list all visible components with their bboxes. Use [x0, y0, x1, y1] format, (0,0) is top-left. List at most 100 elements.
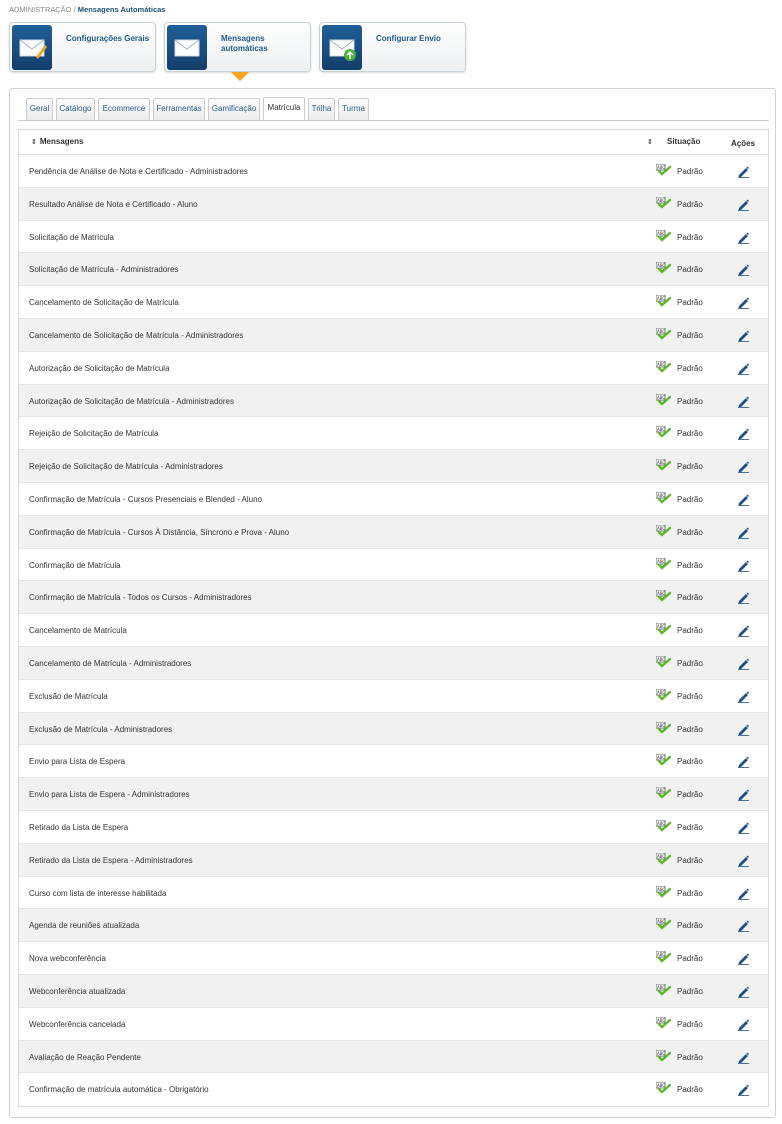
edit-icon[interactable]	[737, 231, 750, 244]
svg-text:ABC: ABC	[657, 690, 665, 695]
table-row: Exclusão de Matrícula - Administradores A…	[19, 712, 768, 746]
edit-icon[interactable]	[737, 329, 750, 342]
status-label: Padrão	[677, 888, 703, 898]
edit-icon[interactable]	[737, 1051, 750, 1064]
edit-icon[interactable]	[737, 788, 750, 801]
table-row: Exclusão de Matrícula ABC Padrão	[19, 680, 768, 713]
svg-text:ABC: ABC	[657, 263, 665, 268]
edit-icon[interactable]	[737, 657, 750, 670]
breadcrumb-separator: /	[73, 5, 76, 14]
tab-ferramentas[interactable]: Ferramentas	[153, 98, 205, 120]
content-panel: Geral Catálogo Ecommerce Ferramentas Gam…	[9, 88, 776, 1118]
column-header-status[interactable]: Situação	[667, 137, 700, 146]
envelope-icon	[167, 25, 207, 70]
message-name: Envio para Lista de Espera - Administrad…	[29, 790, 190, 800]
status-label: Padrão	[677, 167, 703, 176]
table-row: Confirmação de Matrícula ABC Padrão	[19, 549, 768, 582]
table-row: Cancelamento de Solicitação de Matrícula…	[19, 286, 768, 319]
edit-icon[interactable]	[737, 591, 750, 605]
edit-icon[interactable]	[737, 427, 750, 441]
message-name: Confirmação de Matrícula	[29, 560, 121, 570]
mensagens-automaticas-card[interactable]: Mensagens automáticas	[164, 22, 311, 72]
message-name: Retirado da Lista de Espera	[29, 822, 129, 832]
table-row: Autorização de Solicitação de Matrícula …	[19, 384, 768, 418]
status-default-icon: ABC	[655, 1016, 672, 1029]
edit-icon[interactable]	[737, 690, 750, 703]
message-name: Rejeição de Solicitação de Matrícula - A…	[29, 462, 223, 472]
table-row: Envio para Lista de Espera ABC Padrão	[19, 745, 768, 779]
edit-icon[interactable]	[737, 887, 750, 900]
sort-icon[interactable]: ⇕	[647, 138, 653, 146]
configurar-envio-card[interactable]: Configurar Envio	[319, 22, 466, 72]
tab-turma[interactable]: Turma	[338, 98, 369, 120]
message-name: Confirmação de Matrícula - Cursos Presen…	[29, 494, 262, 504]
status-label: Padrão	[677, 757, 703, 767]
table-row: Cancelamento de Solicitação de Matrícula…	[19, 318, 768, 352]
status-default-icon: ABC	[655, 721, 672, 734]
status-default-icon: ABC	[655, 589, 672, 603]
edit-icon[interactable]	[737, 755, 750, 769]
status-label: Padrão	[677, 855, 703, 865]
edit-icon[interactable]	[737, 854, 750, 867]
tab-matricula[interactable]: Matrícula	[263, 97, 305, 121]
edit-icon[interactable]	[737, 395, 750, 408]
status-label: Padrão	[677, 790, 703, 800]
svg-text:ABC: ABC	[657, 788, 665, 793]
edit-icon[interactable]	[737, 1083, 750, 1097]
status-default-icon: ABC	[655, 229, 672, 242]
status-default-icon: ABC	[655, 885, 672, 898]
status-label: Padrão	[677, 954, 703, 964]
table-row: Resultado Análise de Nota e Certificado …	[19, 187, 768, 221]
tab-geral[interactable]: Geral	[26, 98, 53, 120]
tab-gamificacao[interactable]: Gamificação	[208, 98, 260, 120]
edit-icon[interactable]	[737, 919, 750, 933]
table-row: Confirmação de Matrícula - Cursos À Dist…	[19, 515, 768, 549]
status-label: Padrão	[677, 724, 703, 734]
status-label: Padrão	[677, 626, 703, 636]
edit-icon[interactable]	[737, 985, 750, 998]
edit-icon[interactable]	[737, 198, 750, 211]
status-label: Padrão	[677, 1019, 703, 1029]
status-label: Padrão	[677, 822, 703, 832]
svg-text:ABC: ABC	[657, 198, 665, 203]
breadcrumb-root[interactable]: ADMINISTRAÇÃO	[9, 5, 72, 14]
message-name: Pendência de Análise de Nota e Certifica…	[29, 167, 248, 176]
status-default-icon: ABC	[655, 524, 672, 537]
edit-icon[interactable]	[737, 723, 750, 736]
card-label: Mensagens automáticas	[221, 34, 268, 53]
table-row: Rejeição de Solicitação de Matrícula ABC P…	[19, 417, 768, 451]
edit-icon[interactable]	[737, 362, 750, 375]
column-header-messages[interactable]: ⇕ Mensagens	[31, 137, 83, 146]
edit-icon[interactable]	[737, 624, 750, 637]
edit-icon[interactable]	[737, 952, 750, 965]
edit-icon[interactable]	[737, 460, 750, 473]
svg-text:ABC: ABC	[657, 526, 665, 531]
table-row: Cancelamento de Matrícula - Administrado…	[19, 646, 768, 680]
svg-text:ABC: ABC	[657, 887, 665, 892]
tab-trilha[interactable]: Trilha	[308, 98, 335, 120]
svg-text:ABC: ABC	[657, 231, 665, 236]
status-label: Padrão	[677, 527, 703, 537]
edit-icon[interactable]	[737, 1018, 750, 1031]
table-row: Pendência de Análise de Nota e Certifica…	[19, 155, 768, 188]
status-label: Padrão	[677, 560, 703, 570]
envelope-send-icon	[322, 25, 362, 70]
status-default-icon: ABC	[655, 753, 672, 766]
status-default-icon: ABC	[655, 950, 672, 963]
edit-icon[interactable]	[737, 526, 750, 539]
message-name: Solicitação de Matrícula	[29, 232, 114, 242]
edit-icon[interactable]	[737, 559, 750, 572]
svg-text:ABC: ABC	[657, 460, 665, 465]
svg-text:ABC: ABC	[657, 427, 665, 432]
edit-icon[interactable]	[737, 165, 750, 178]
edit-icon[interactable]	[737, 821, 750, 834]
status-default-icon: ABC	[655, 983, 672, 996]
edit-icon[interactable]	[737, 493, 750, 506]
edit-icon[interactable]	[737, 263, 750, 277]
configuracoes-gerais-card[interactable]: Configurações Gerais	[9, 22, 156, 72]
table-row: Autorização de Solicitação de Matrícula A…	[19, 352, 768, 385]
edit-icon[interactable]	[737, 296, 750, 309]
tab-catalogo[interactable]: Catálogo	[56, 98, 95, 120]
svg-text:ABC: ABC	[657, 493, 665, 498]
tab-ecommerce[interactable]: Ecommerce	[98, 98, 150, 120]
